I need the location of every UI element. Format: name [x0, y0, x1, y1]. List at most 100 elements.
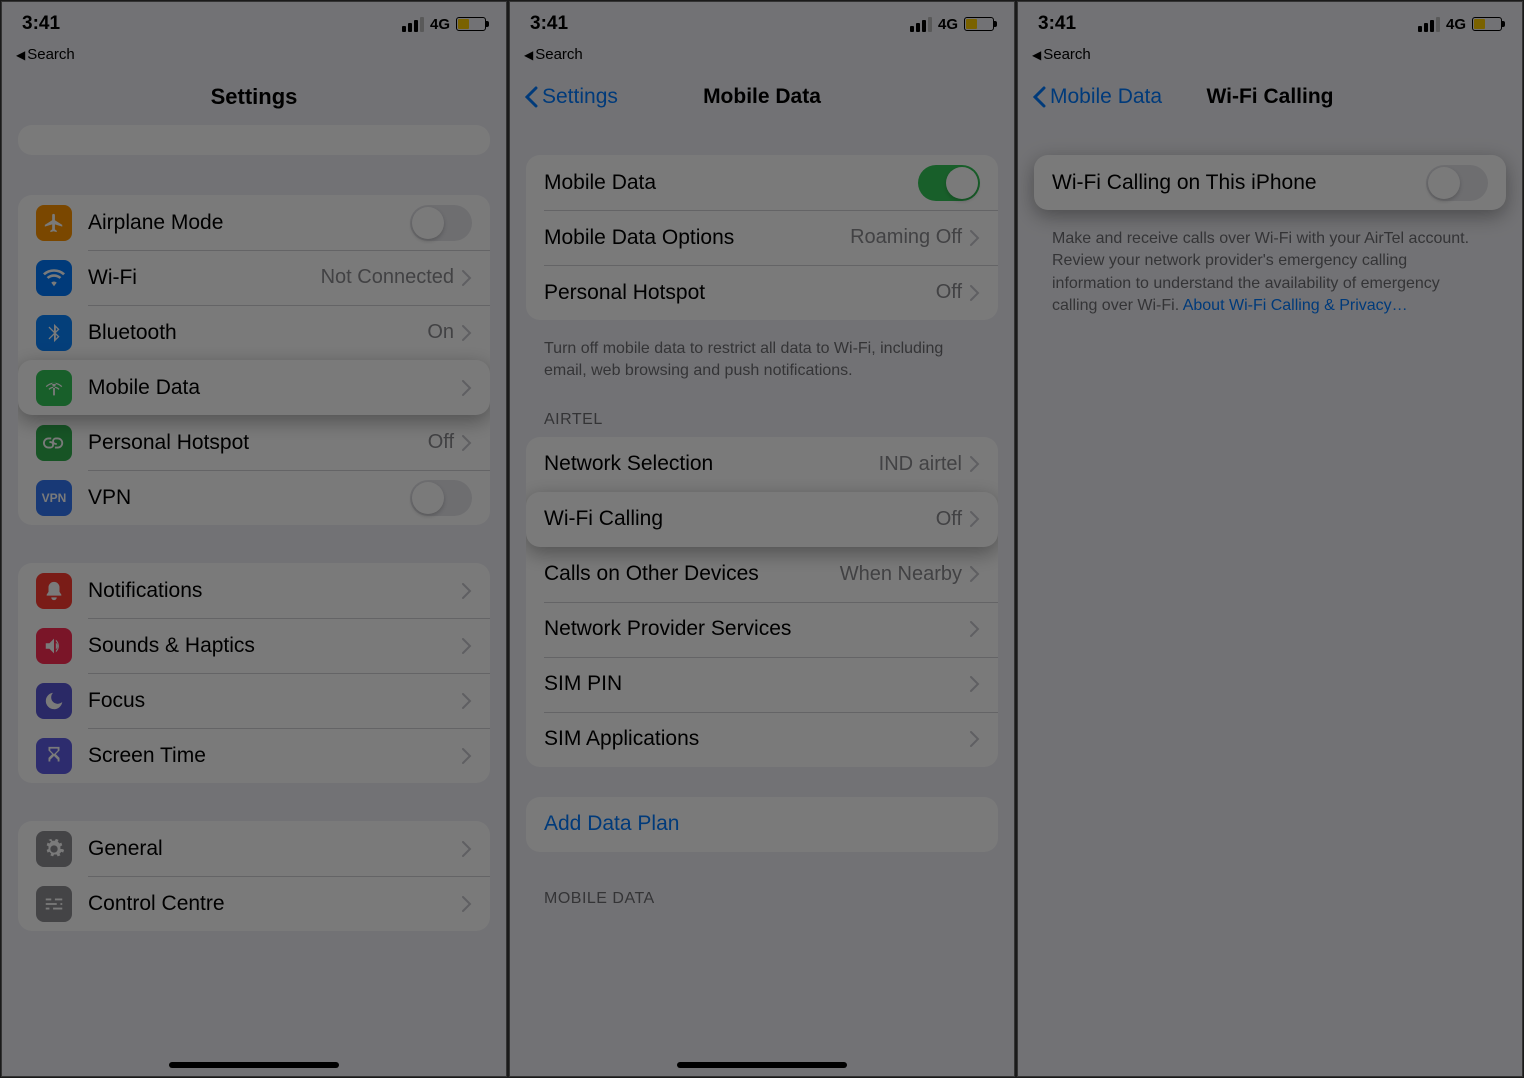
row-focus[interactable]: Focus [18, 673, 490, 728]
row-label: Network Selection [544, 452, 879, 476]
row-label: Notifications [88, 579, 462, 603]
gear-icon [36, 831, 72, 867]
breadcrumb-back[interactable]: ◀ Search [2, 46, 506, 69]
chevron-right-icon [462, 693, 472, 709]
wifi-calling-toggle[interactable] [1426, 165, 1488, 201]
breadcrumb-label: Search [535, 46, 583, 63]
row-sounds-haptics[interactable]: Sounds & Haptics [18, 618, 490, 673]
row-bluetooth[interactable]: Bluetooth On [18, 305, 490, 360]
row-label: Add Data Plan [544, 812, 980, 836]
chevron-right-icon [462, 270, 472, 286]
mobile-data-toggle[interactable] [918, 165, 980, 201]
chevron-right-icon [462, 638, 472, 654]
row-notifications[interactable]: Notifications [18, 563, 490, 618]
row-value: Roaming Off [850, 226, 962, 249]
chevron-right-icon [462, 583, 472, 599]
row-general[interactable]: General [18, 821, 490, 876]
chevron-right-icon [970, 511, 980, 527]
back-label: Mobile Data [1050, 85, 1162, 109]
row-provider-services[interactable]: Network Provider Services [526, 602, 998, 657]
row-control-centre[interactable]: Control Centre [18, 876, 490, 931]
vpn-toggle[interactable] [410, 480, 472, 516]
row-mobile-data-options[interactable]: Mobile Data Options Roaming Off [526, 210, 998, 265]
status-bar: 3:41 4G [1018, 2, 1522, 46]
signal-bars-icon [910, 17, 932, 32]
row-value: IND airtel [879, 453, 962, 476]
airplane-icon [36, 205, 72, 241]
group-footer: Make and receive calls over Wi-Fi with y… [1034, 218, 1506, 318]
row-sim-pin[interactable]: SIM PIN [526, 657, 998, 712]
row-personal-hotspot[interactable]: Personal Hotspot Off [18, 415, 490, 470]
network-type: 4G [430, 16, 450, 33]
row-wifi-calling-this-iphone[interactable]: Wi-Fi Calling on This iPhone [1034, 155, 1506, 210]
bluetooth-icon [36, 315, 72, 351]
chevron-right-icon [462, 435, 472, 451]
profile-card[interactable] [18, 125, 490, 155]
row-airplane-mode[interactable]: Airplane Mode [18, 195, 490, 250]
bell-icon [36, 573, 72, 609]
row-label: Mobile Data [544, 171, 918, 195]
row-sim-applications[interactable]: SIM Applications [526, 712, 998, 767]
row-mobile-data-toggle[interactable]: Mobile Data [526, 155, 998, 210]
row-label: Personal Hotspot [544, 281, 936, 305]
row-add-data-plan[interactable]: Add Data Plan [526, 797, 998, 852]
section-header-usage: MOBILE DATA [526, 870, 998, 908]
home-indicator[interactable] [677, 1062, 847, 1068]
row-wifi[interactable]: Wi-Fi Not Connected [18, 250, 490, 305]
network-type: 4G [938, 16, 958, 33]
row-personal-hotspot[interactable]: Personal Hotspot Off [526, 265, 998, 320]
group-footer: Turn off mobile data to restrict all dat… [526, 328, 998, 383]
row-network-selection[interactable]: Network Selection IND airtel [526, 437, 998, 492]
privacy-link[interactable]: About Wi-Fi Calling & Privacy… [1183, 297, 1408, 314]
hourglass-icon [36, 738, 72, 774]
status-time: 3:41 [530, 13, 568, 35]
row-value: Off [936, 508, 962, 531]
breadcrumb-label: Search [1043, 46, 1091, 63]
back-triangle-icon: ◀ [524, 48, 533, 62]
row-label: Airplane Mode [88, 211, 410, 235]
row-label: Calls on Other Devices [544, 562, 840, 586]
home-indicator[interactable] [169, 1062, 339, 1068]
back-button[interactable]: Settings [524, 85, 618, 109]
chevron-right-icon [970, 676, 980, 692]
status-time: 3:41 [1038, 13, 1076, 35]
back-button[interactable]: Mobile Data [1032, 85, 1162, 109]
row-label: Network Provider Services [544, 617, 970, 641]
settings-screen: 3:41 4G ◀ Search Settings Airplane Mode … [1, 1, 507, 1077]
row-mobile-data[interactable]: Mobile Data [18, 360, 490, 415]
wifi-icon [36, 260, 72, 296]
battery-icon [456, 17, 486, 31]
moon-icon [36, 683, 72, 719]
airplane-toggle[interactable] [410, 205, 472, 241]
breadcrumb-label: Search [27, 46, 75, 63]
row-calls-other-devices[interactable]: Calls on Other Devices When Nearby [526, 547, 998, 602]
row-label: Mobile Data Options [544, 226, 850, 250]
row-vpn[interactable]: VPN VPN [18, 470, 490, 525]
row-label: Personal Hotspot [88, 431, 428, 455]
chevron-right-icon [970, 230, 980, 246]
row-label: VPN [88, 486, 410, 510]
breadcrumb-back[interactable]: ◀ Search [510, 46, 1014, 69]
row-label: Bluetooth [88, 321, 427, 345]
row-value: Not Connected [321, 266, 454, 289]
row-value: When Nearby [840, 563, 962, 586]
mobile-data-screen: 3:41 4G ◀ Search Settings Mobile Data Mo… [509, 1, 1015, 1077]
battery-icon [964, 17, 994, 31]
vpn-icon: VPN [36, 480, 72, 516]
breadcrumb-back[interactable]: ◀ Search [1018, 46, 1522, 69]
row-label: Sounds & Haptics [88, 634, 462, 658]
chevron-right-icon [462, 380, 472, 396]
chevron-right-icon [970, 456, 980, 472]
status-time: 3:41 [22, 13, 60, 35]
row-screen-time[interactable]: Screen Time [18, 728, 490, 783]
row-label: Mobile Data [88, 376, 462, 400]
sliders-icon [36, 886, 72, 922]
chevron-right-icon [970, 731, 980, 747]
row-label: SIM Applications [544, 727, 970, 751]
section-header-carrier: AIRTEL [526, 411, 998, 437]
row-wifi-calling[interactable]: Wi-Fi Calling Off [526, 492, 998, 547]
chevron-right-icon [462, 896, 472, 912]
chevron-right-icon [462, 325, 472, 341]
network-type: 4G [1446, 16, 1466, 33]
status-bar: 3:41 4G [510, 2, 1014, 46]
